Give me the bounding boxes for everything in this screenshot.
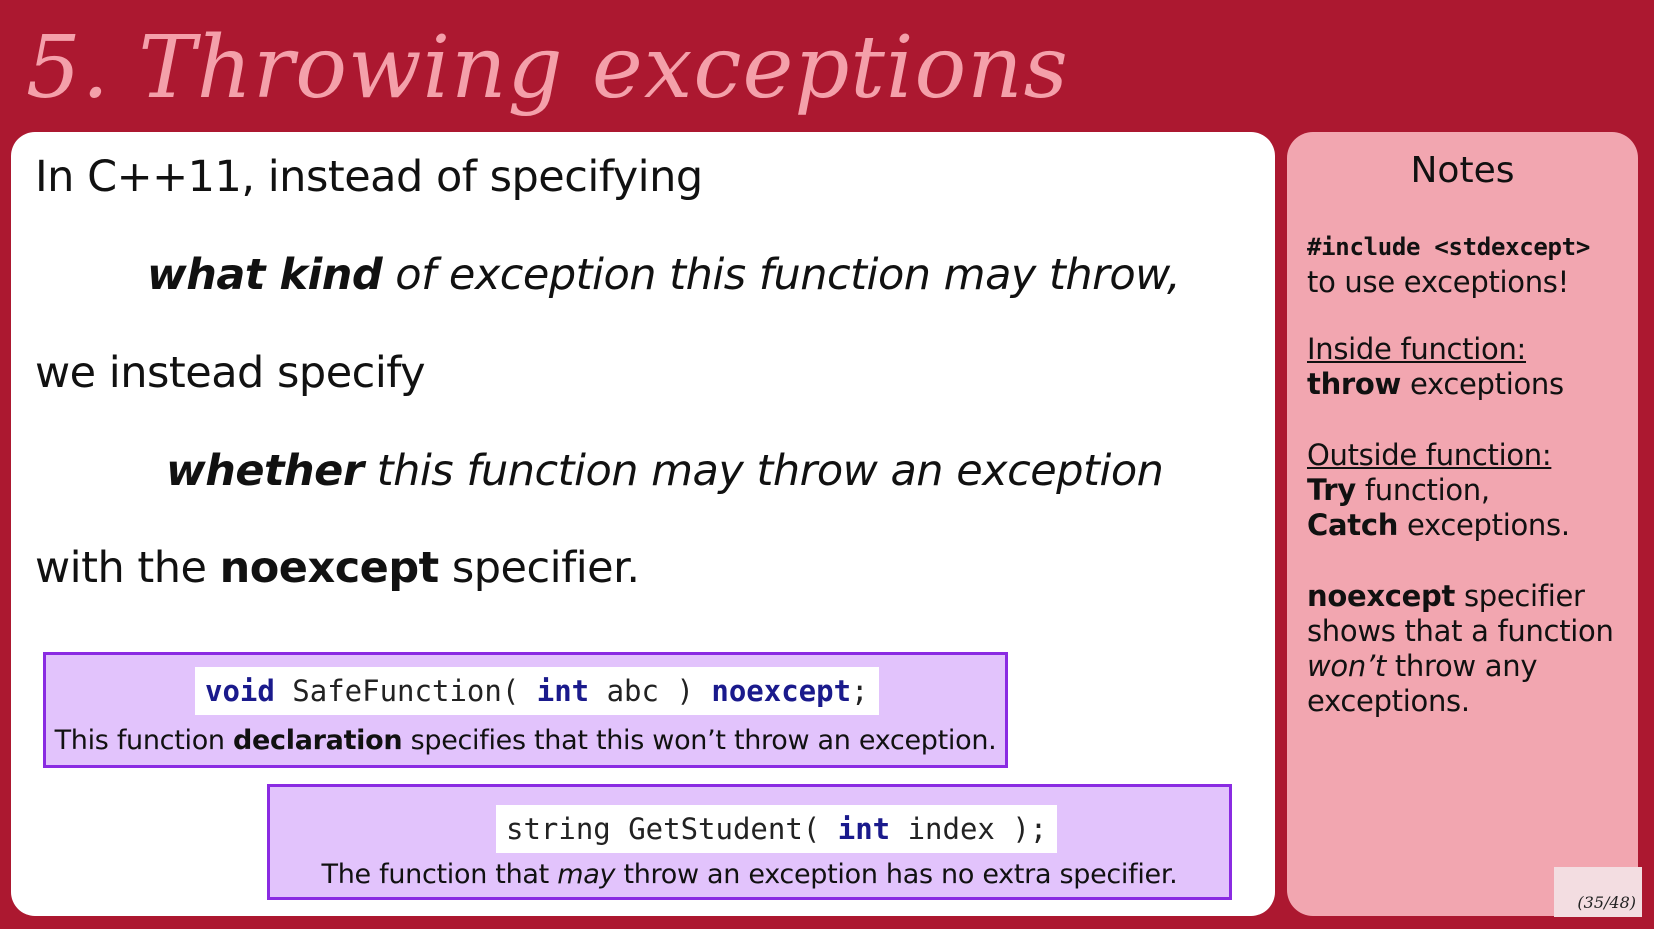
note-include: #include <stdexcept> to use exceptions!: [1307, 233, 1590, 299]
note-outside-function: Outside function: Try function, Catch ex…: [1307, 438, 1570, 542]
what-kind-line: what kind of exception this function may…: [147, 250, 1181, 300]
code-caption-declaration: This function declaration specifies that…: [54, 725, 997, 756]
code-line-getstudent: string GetStudent( int index );: [496, 805, 1058, 853]
note-inside-function: Inside function: throw exceptions: [1307, 332, 1564, 401]
noexcept-line: with the noexcept specifier.: [35, 543, 640, 593]
code-example-noexcept: void SafeFunction( int abc ) noexcept; T…: [43, 652, 1008, 768]
code-caption-may-throw: The function that may throw an exception…: [321, 859, 1178, 890]
notes-panel: Notes #include <stdexcept> to use except…: [1287, 132, 1638, 916]
whether-line: whether this function may throw an excep…: [166, 446, 1164, 496]
slide-title: 5. Throwing exceptions: [26, 18, 1069, 118]
page-indicator: (35/48): [1554, 867, 1642, 917]
notes-title: Notes: [1410, 150, 1515, 191]
note-noexcept: noexcept specifier shows that a function…: [1307, 579, 1614, 718]
main-content-panel: In C++11, instead of specifying what kin…: [11, 132, 1275, 916]
code-line-safefunction: void SafeFunction( int abc ) noexcept;: [195, 667, 879, 715]
intro-line: In C++11, instead of specifying: [35, 152, 703, 202]
code-example-may-throw: string GetStudent( int index ); The func…: [267, 784, 1232, 900]
instead-line: we instead specify: [35, 348, 426, 398]
